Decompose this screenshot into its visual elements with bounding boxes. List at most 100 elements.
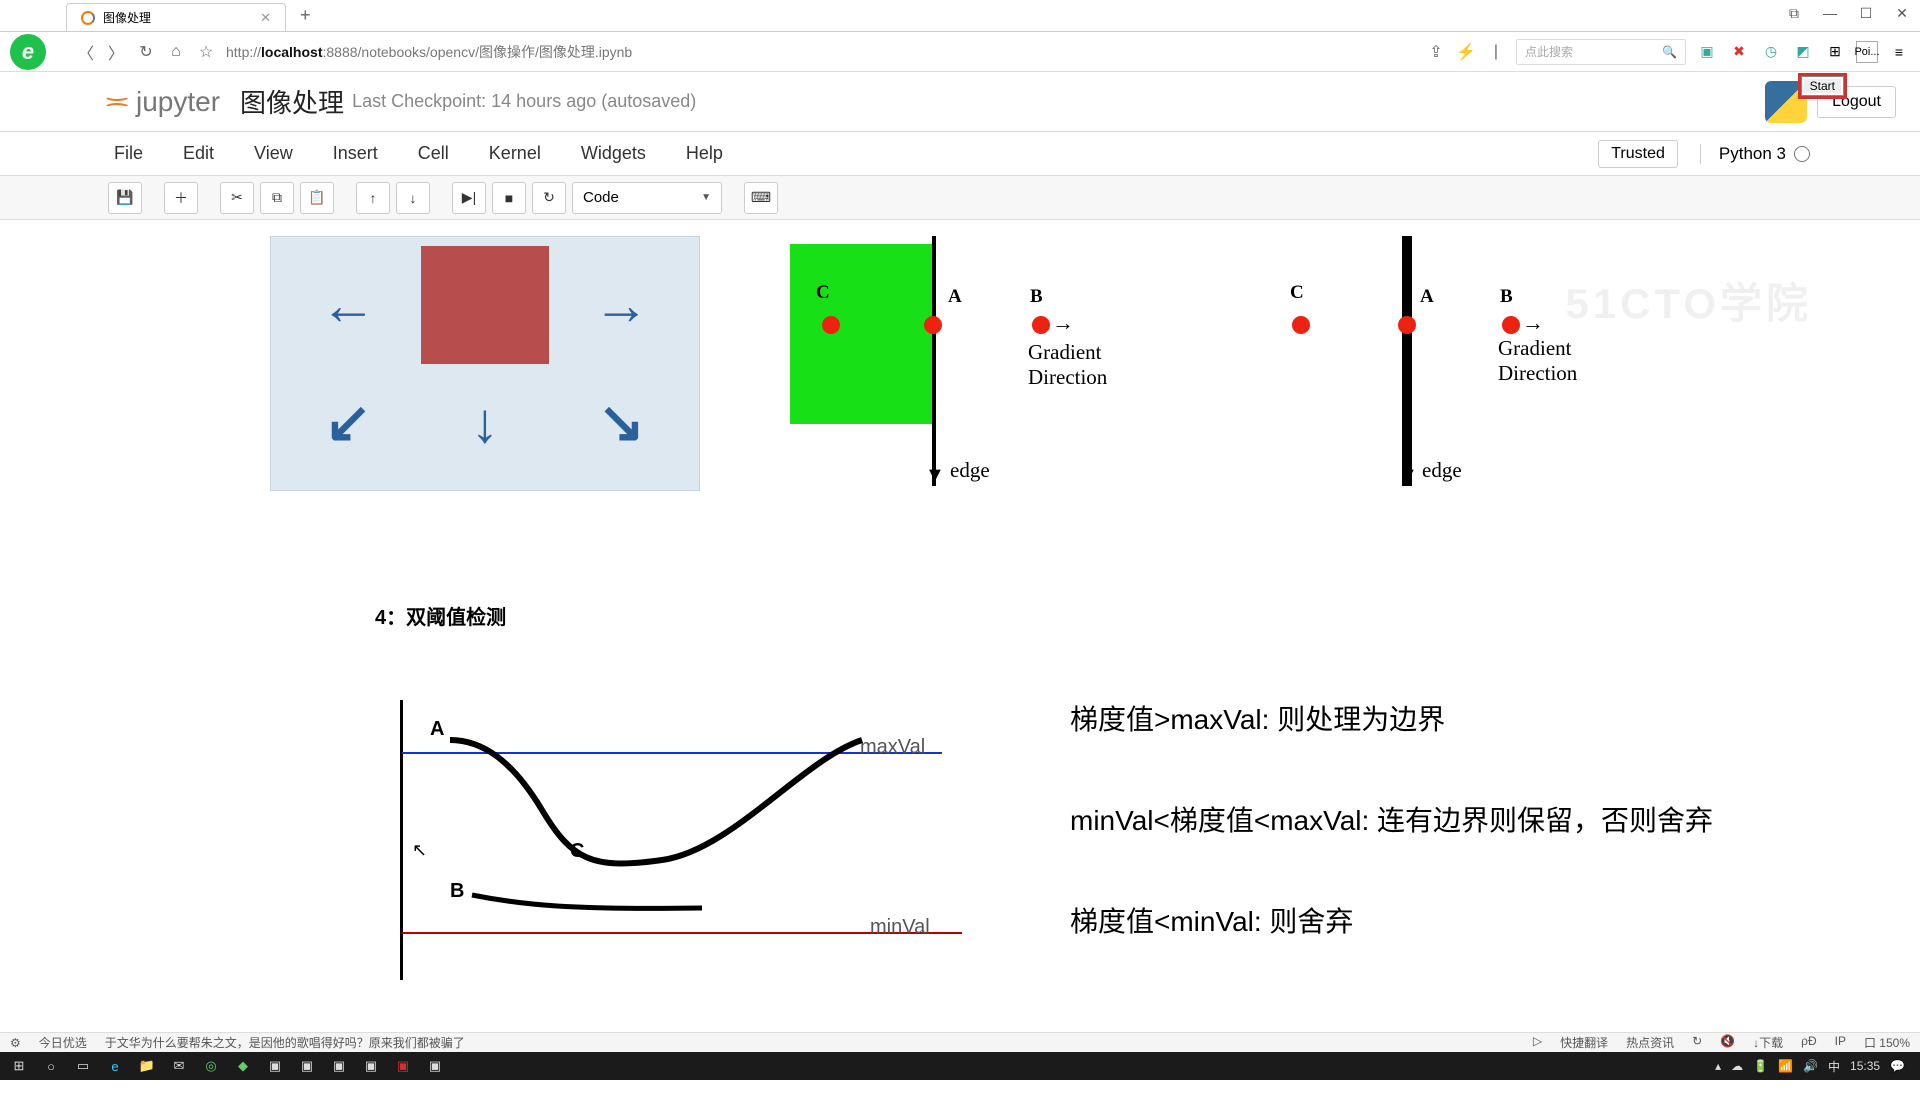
tray-icon[interactable]: 📶 bbox=[1775, 1059, 1796, 1073]
tray-icon[interactable]: ☁ bbox=[1728, 1059, 1746, 1073]
tab-favicon bbox=[81, 11, 95, 25]
address-bar: e 〈 〉 ↻ ⌂ ☆ http://localhost:8888/notebo… bbox=[0, 32, 1920, 72]
menu-help[interactable]: Help bbox=[686, 143, 723, 164]
trusted-badge[interactable]: Trusted bbox=[1598, 140, 1678, 168]
status-mute-icon[interactable]: 🔇 bbox=[1720, 1034, 1735, 1051]
status-ip-icon[interactable]: IP bbox=[1835, 1034, 1846, 1051]
window-maximize-icon[interactable]: ☐ bbox=[1848, 0, 1884, 31]
app-icon-7[interactable]: ▣ bbox=[388, 1054, 418, 1078]
browser-logo-icon[interactable]: e bbox=[10, 34, 46, 70]
window-restore-icon[interactable]: ⧉ bbox=[1776, 0, 1812, 31]
nav-reload-icon[interactable]: ↻ bbox=[136, 42, 156, 62]
tray-icon[interactable]: 🔊 bbox=[1800, 1059, 1821, 1073]
tray-icon[interactable]: 中 bbox=[1825, 1058, 1843, 1075]
browser-tab[interactable]: 图像处理 ✕ bbox=[66, 3, 286, 31]
status-download[interactable]: ↓下载 bbox=[1753, 1034, 1783, 1051]
status-translate[interactable]: 快捷翻译 bbox=[1560, 1034, 1608, 1051]
system-tray[interactable]: ▴ ☁ 🔋 📶 🔊 中 15:35 💬 bbox=[1712, 1058, 1916, 1075]
status-zoom[interactable]: 口 150% bbox=[1864, 1034, 1910, 1051]
kernel-indicator[interactable]: Python 3 bbox=[1700, 144, 1810, 164]
section-heading-4: 4：双阈值检测 bbox=[375, 601, 1820, 630]
search-input[interactable]: 点此搜索🔍 bbox=[1516, 39, 1686, 65]
window-close-icon[interactable]: ✕ bbox=[1884, 0, 1920, 31]
nav-star-icon[interactable]: ☆ bbox=[196, 42, 216, 62]
app-icon-8[interactable]: ▣ bbox=[420, 1054, 450, 1078]
sobel-direction-grid: ← → ↙ ↓ ↘ bbox=[270, 236, 700, 491]
menu-edit[interactable]: Edit bbox=[183, 143, 214, 164]
app-icon-5[interactable]: ▣ bbox=[324, 1054, 354, 1078]
status-hotnews[interactable]: 热点资讯 bbox=[1626, 1034, 1674, 1051]
notebook-body: 51CTO学院 ← → ↙ ↓ ↘ C A B → bbox=[100, 220, 1820, 1100]
jupyter-logo[interactable]: jupyter bbox=[102, 86, 220, 118]
ext-icon-4[interactable]: ◩ bbox=[1792, 41, 1814, 63]
restart-button[interactable]: ↻ bbox=[532, 182, 566, 214]
new-tab-button[interactable]: + bbox=[292, 5, 319, 26]
app-icon-4[interactable]: ▣ bbox=[292, 1054, 322, 1078]
ext-icon-3[interactable]: ◷ bbox=[1760, 41, 1782, 63]
notebook-title[interactable]: 图像处理 bbox=[240, 83, 344, 120]
app-icon-1[interactable]: ◎ bbox=[196, 1054, 226, 1078]
tray-icon[interactable]: 🔋 bbox=[1750, 1059, 1771, 1073]
tray-icon[interactable]: ▴ bbox=[1712, 1059, 1724, 1073]
share-icon[interactable]: ⇪ bbox=[1426, 42, 1446, 62]
copy-button[interactable]: ⧉ bbox=[260, 182, 294, 214]
tab-close-icon[interactable]: ✕ bbox=[260, 10, 271, 26]
status-play-icon[interactable]: ▷ bbox=[1533, 1034, 1542, 1051]
start-icon[interactable]: ⊞ bbox=[4, 1054, 34, 1078]
cell-type-select[interactable]: Code▼ bbox=[572, 182, 722, 214]
tab-title: 图像处理 bbox=[103, 9, 151, 26]
app-icon-2[interactable]: ◆ bbox=[228, 1054, 258, 1078]
nav-back-icon[interactable]: 〈 bbox=[76, 42, 96, 62]
paste-button[interactable]: 📋 bbox=[300, 182, 334, 214]
ext-icon-1[interactable]: ▣ bbox=[1696, 41, 1718, 63]
move-down-button[interactable]: ↓ bbox=[396, 182, 430, 214]
url-text[interactable]: http://localhost:8888/notebooks/opencv/图… bbox=[226, 42, 632, 62]
explorer-icon[interactable]: 📁 bbox=[132, 1054, 162, 1078]
mail-icon[interactable]: ✉ bbox=[164, 1054, 194, 1078]
move-up-button[interactable]: ↑ bbox=[356, 182, 390, 214]
status-refresh-icon[interactable]: ↻ bbox=[1692, 1034, 1702, 1051]
menu-insert[interactable]: Insert bbox=[333, 143, 378, 164]
kernel-status-icon bbox=[1794, 146, 1810, 162]
add-cell-button[interactable]: ＋ bbox=[164, 182, 198, 214]
menubar: File Edit View Insert Cell Kernel Widget… bbox=[0, 132, 1920, 176]
tray-notification-icon[interactable]: 💬 bbox=[1887, 1059, 1908, 1073]
command-palette-button[interactable]: ⌨ bbox=[744, 182, 778, 214]
menu-widgets[interactable]: Widgets bbox=[581, 143, 646, 164]
nav-forward-icon[interactable]: 〉 bbox=[106, 42, 126, 62]
status-left-2[interactable]: 于文华为什么要帮朱之文，是因他的歌唱得好吗？原来我们都被骗了 bbox=[105, 1034, 465, 1051]
save-button[interactable]: 💾 bbox=[108, 182, 142, 214]
app-icon-3[interactable]: ▣ bbox=[260, 1054, 290, 1078]
tray-clock[interactable]: 15:35 bbox=[1847, 1059, 1883, 1073]
menu-view[interactable]: View bbox=[254, 143, 293, 164]
app-icon-6[interactable]: ▣ bbox=[356, 1054, 386, 1078]
status-left-1[interactable]: 今日优选 bbox=[39, 1034, 87, 1051]
ext-more-icon[interactable]: Poi... bbox=[1856, 41, 1878, 63]
center-pixel-box bbox=[421, 246, 549, 364]
arrow-down-icon: ↓ bbox=[471, 390, 499, 455]
edge-diagram-thin: C A B → Gradient Direction ▼ edge bbox=[1260, 236, 1640, 486]
threshold-rules-text: 梯度值>maxVal: 则处理为边界 minVal<梯度值<maxVal: 连有… bbox=[1070, 700, 1713, 1004]
search-taskbar-icon[interactable]: ○ bbox=[36, 1054, 66, 1078]
run-button[interactable]: ▶| bbox=[452, 182, 486, 214]
arrow-downright-icon: ↘ bbox=[598, 389, 645, 455]
edge-taskbar-icon[interactable]: e bbox=[100, 1054, 130, 1078]
window-minimize-icon[interactable]: — bbox=[1812, 0, 1848, 31]
start-overlay-button[interactable]: Start bbox=[1801, 76, 1844, 96]
toolbar: 💾 ＋ ✂ ⧉ 📋 ↑ ↓ ▶| ■ ↻ Code▼ ⌨ bbox=[0, 176, 1920, 220]
taskview-icon[interactable]: ▭ bbox=[68, 1054, 98, 1078]
bolt-icon[interactable]: ⚡ bbox=[1456, 42, 1476, 62]
nav-home-icon[interactable]: ⌂ bbox=[166, 42, 186, 62]
chevron-down-icon: ▼ bbox=[701, 192, 711, 203]
status-tag[interactable]: ⚙ bbox=[10, 1036, 21, 1050]
menu-cell[interactable]: Cell bbox=[418, 143, 449, 164]
hamburger-icon[interactable]: ≡ bbox=[1888, 41, 1910, 63]
status-pd[interactable]: ρÐ bbox=[1801, 1034, 1817, 1051]
cut-button[interactable]: ✂ bbox=[220, 182, 254, 214]
menu-file[interactable]: File bbox=[114, 143, 143, 164]
stop-button[interactable]: ■ bbox=[492, 182, 526, 214]
search-icon[interactable]: 🔍 bbox=[1662, 45, 1677, 59]
ext-apps-icon[interactable]: ⊞ bbox=[1824, 41, 1846, 63]
ext-icon-2[interactable]: ✖ bbox=[1728, 41, 1750, 63]
menu-kernel[interactable]: Kernel bbox=[489, 143, 541, 164]
